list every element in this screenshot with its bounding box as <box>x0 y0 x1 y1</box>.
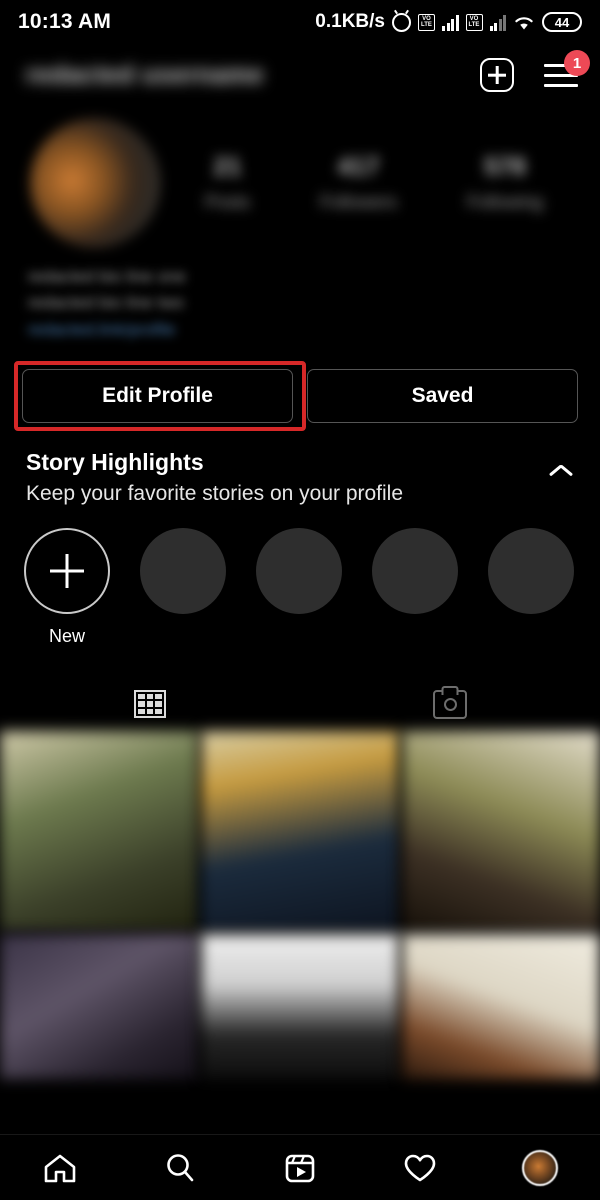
nav-home[interactable] <box>0 1153 120 1183</box>
hamburger-menu-icon[interactable]: 1 <box>544 50 590 89</box>
story-highlights-subtitle: Keep your favorite stories on your profi… <box>26 482 404 506</box>
app-header: redacted username 1 <box>0 44 600 106</box>
heart-icon <box>403 1153 437 1183</box>
signal-sim1-icon <box>442 14 459 31</box>
grid-tab[interactable] <box>0 677 300 731</box>
new-post-icon[interactable] <box>480 58 514 92</box>
home-icon <box>43 1153 77 1183</box>
highlight-new-label: New <box>48 626 85 647</box>
post-thumbnail[interactable] <box>201 731 399 932</box>
wifi-icon <box>513 14 535 31</box>
highlight-new[interactable]: New <box>24 528 110 647</box>
following-label: Following <box>466 192 543 212</box>
story-highlights-header: Story Highlights Keep your favorite stor… <box>0 423 600 506</box>
status-indicators: 0.1KB/s VO LTE VO LTE 44 <box>315 11 582 33</box>
stat-following[interactable]: 578 Following <box>467 153 543 213</box>
post-thumbnail[interactable] <box>0 731 198 932</box>
alarm-clock-icon <box>392 12 411 32</box>
content-tabs <box>0 677 600 731</box>
battery-indicator: 44 <box>542 12 582 32</box>
status-time: 10:13 AM <box>18 10 112 33</box>
tagged-tab[interactable] <box>300 677 600 731</box>
volte-sim2-icon: VO LTE <box>465 13 483 31</box>
edit-profile-button[interactable]: Edit Profile <box>22 369 293 424</box>
story-highlights-row[interactable]: New <box>0 506 600 647</box>
highlight-placeholder[interactable] <box>256 528 342 615</box>
stat-followers[interactable]: 417 Followers <box>320 153 397 213</box>
post-thumbnail[interactable] <box>0 934 198 1080</box>
bio-line-2: redacted bio line two <box>28 293 184 313</box>
posts-label: Posts <box>204 192 250 212</box>
posts-grid <box>0 731 600 1080</box>
nav-profile[interactable] <box>480 1149 600 1186</box>
status-bar: 10:13 AM 0.1KB/s VO LTE VO LTE 44 <box>0 0 600 44</box>
header-actions: 1 <box>480 50 590 92</box>
chevron-up-icon[interactable] <box>548 457 574 483</box>
instagram-profile-screen: 10:13 AM 0.1KB/s VO LTE VO LTE 44 redacted… <box>0 0 600 1200</box>
search-icon <box>164 1152 196 1184</box>
nav-reels[interactable] <box>240 1152 360 1184</box>
profile-summary: 21 Posts 417 Followers 578 Following <box>0 106 600 248</box>
username-text: redacted username <box>26 60 264 89</box>
highlight-placeholder[interactable] <box>140 528 226 615</box>
post-thumbnail[interactable] <box>402 934 600 1080</box>
bio-line-1: redacted bio line one <box>28 267 186 286</box>
profile-action-buttons: Edit Profile Saved <box>0 343 600 432</box>
stat-posts[interactable]: 21 Posts <box>205 153 250 213</box>
plus-icon <box>24 528 110 615</box>
reels-icon <box>284 1152 316 1184</box>
followers-label: Followers <box>319 192 397 212</box>
profile-username[interactable]: redacted username <box>26 61 264 90</box>
posts-count: 21 <box>213 153 242 181</box>
grid-icon <box>134 690 166 719</box>
post-thumbnail[interactable] <box>201 934 399 1080</box>
tagged-photos-icon <box>433 689 467 719</box>
nav-activity[interactable] <box>360 1153 480 1183</box>
nav-search[interactable] <box>120 1152 240 1184</box>
highlight-placeholder[interactable] <box>488 528 574 615</box>
menu-notification-badge: 1 <box>564 50 590 76</box>
profile-avatar-icon <box>522 1149 558 1186</box>
volte-sim1-icon: VO LTE <box>418 13 435 31</box>
network-speed: 0.1KB/s <box>315 11 385 32</box>
highlight-placeholder[interactable] <box>372 528 458 615</box>
following-count: 578 <box>484 153 526 181</box>
post-thumbnail[interactable] <box>402 731 600 932</box>
signal-sim2-icon <box>489 14 506 31</box>
bio-link[interactable]: redacted.link/profile <box>28 317 572 343</box>
profile-stats: 21 Posts 417 Followers 578 Following <box>160 153 578 213</box>
profile-bio: redacted bio line one redacted bio line … <box>0 248 600 343</box>
story-highlights-title: Story Highlights <box>26 449 204 476</box>
profile-avatar[interactable] <box>30 118 160 248</box>
saved-button[interactable]: Saved <box>307 369 578 424</box>
bottom-navigation <box>0 1134 600 1200</box>
followers-count: 417 <box>337 153 380 181</box>
